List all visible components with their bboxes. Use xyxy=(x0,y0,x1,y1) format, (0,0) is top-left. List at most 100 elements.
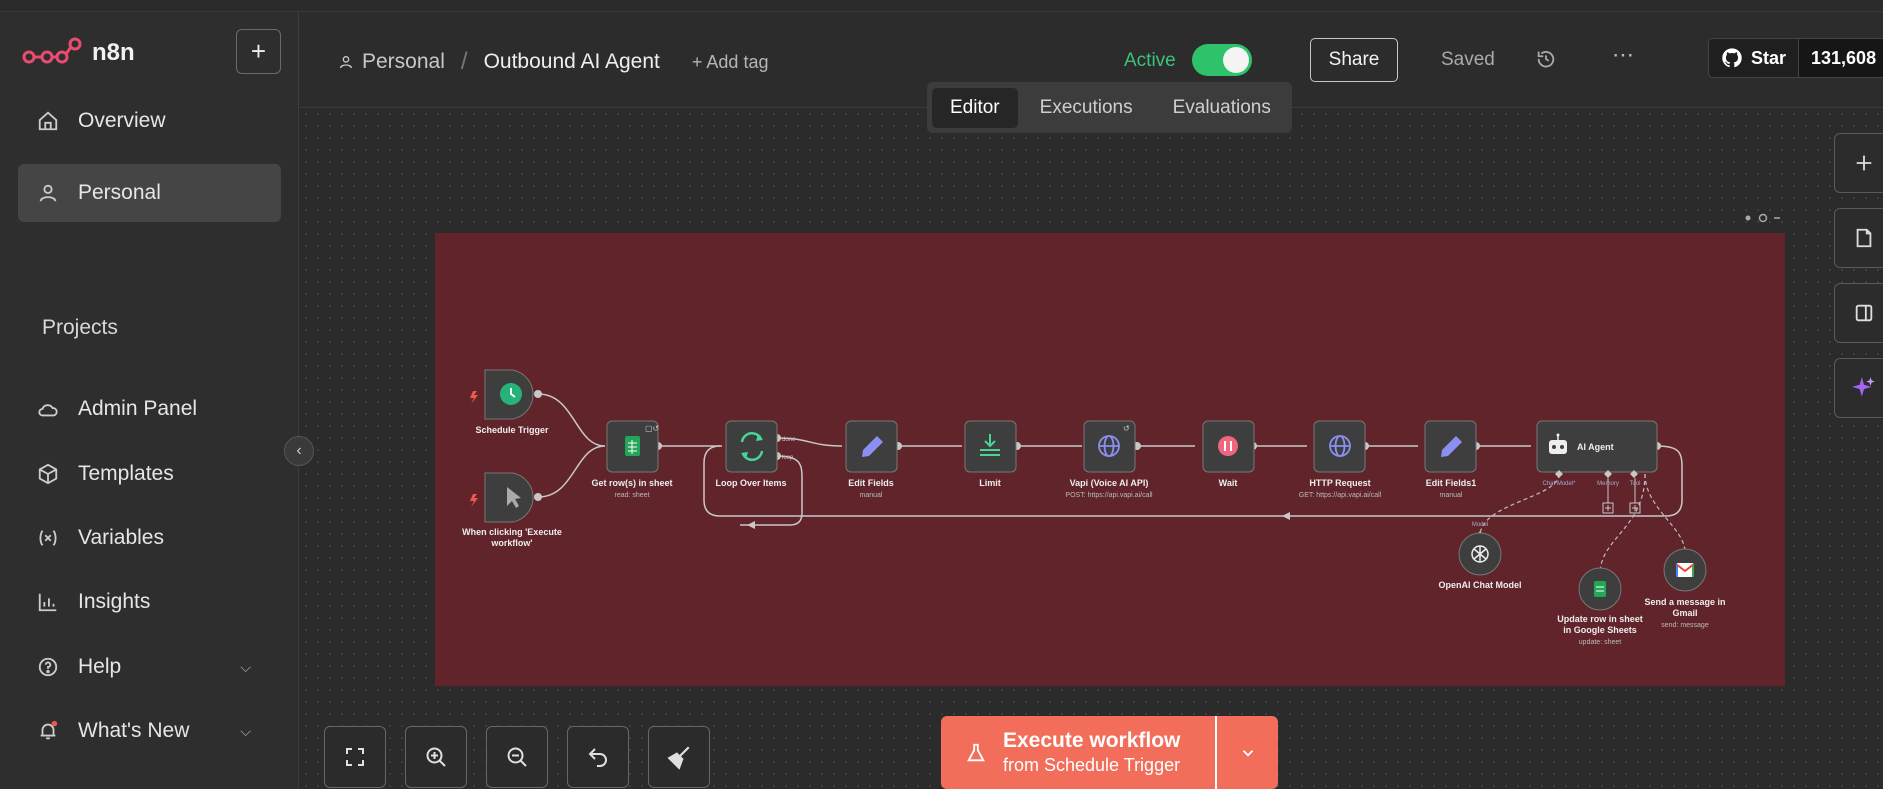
history-icon[interactable] xyxy=(1535,48,1557,75)
user-icon xyxy=(340,56,352,69)
zoom-out-icon xyxy=(507,747,527,767)
more-options-icon[interactable]: ⋯ xyxy=(1612,42,1634,68)
sidebar-item-label: Insights xyxy=(78,590,151,613)
box-icon xyxy=(36,462,60,486)
node-subtitle: read: sheet xyxy=(614,492,649,499)
execute-dropdown-button[interactable] xyxy=(1217,716,1278,789)
sidebar-item-label: What's New xyxy=(78,719,190,742)
sticky-toolbar[interactable] xyxy=(1745,213,1781,223)
github-star-count: 131,608 xyxy=(1799,39,1883,77)
active-label: Active xyxy=(1124,50,1176,71)
add-tag-link[interactable]: + Add tag xyxy=(692,52,769,73)
fit-view-icon xyxy=(346,748,364,766)
sidebar-item-overview[interactable]: Overview xyxy=(18,92,281,150)
toggle-knob xyxy=(1223,47,1249,73)
node-title: Edit Fields1 xyxy=(1426,478,1477,488)
node-title: HTTP Request xyxy=(1309,478,1370,488)
node-title: OpenAI Chat Model xyxy=(1439,580,1522,590)
breadcrumb-project[interactable]: Personal xyxy=(338,50,445,74)
execute-sublabel: from Schedule Trigger xyxy=(1003,754,1181,775)
node-badge-icons: ▢↺ xyxy=(645,424,660,433)
sticky-note-icon xyxy=(1856,228,1872,248)
node-title: Loop Over Items xyxy=(715,478,786,488)
undo-button[interactable] xyxy=(567,726,629,788)
node-subtitle: send: message xyxy=(1661,622,1709,629)
pause-icon xyxy=(1218,436,1238,456)
fit-view-button[interactable] xyxy=(324,726,386,788)
bell-icon xyxy=(36,719,60,743)
node-subtitle: manual xyxy=(860,492,883,499)
collapse-sidebar-button[interactable]: ‹ xyxy=(284,436,314,466)
sidebar-item-admin-panel[interactable]: Admin Panel xyxy=(18,380,281,438)
zoom-out-button[interactable] xyxy=(486,726,548,788)
sidebar-item-label: Help xyxy=(78,655,122,678)
node-title-line2: Gmail xyxy=(1672,608,1697,618)
node-title: Get row(s) in sheet xyxy=(591,478,672,488)
zoom-in-icon xyxy=(426,747,446,767)
chevron-down-icon: ⌵ xyxy=(240,658,251,675)
top-strip xyxy=(0,0,1883,12)
project-name: Personal xyxy=(362,50,445,73)
node-edit-fields[interactable]: Edit Fields manual xyxy=(845,420,898,499)
node-subtitle: POST: https://api.vapi.ai/call xyxy=(1065,492,1153,499)
bar-chart-icon xyxy=(36,590,60,614)
user-icon xyxy=(36,181,60,205)
workflow-title[interactable]: Outbound AI Agent xyxy=(484,50,660,74)
tab-evaluations[interactable]: Evaluations xyxy=(1155,88,1289,128)
variable-icon xyxy=(36,526,60,550)
zoom-in-button[interactable] xyxy=(405,726,467,788)
n8n-logo[interactable]: n8n xyxy=(22,36,135,70)
share-button[interactable]: Share xyxy=(1310,38,1398,82)
sidebar-item-label: Personal xyxy=(78,181,161,204)
github-star-label: Star xyxy=(1751,47,1787,68)
github-icon xyxy=(1722,48,1742,68)
tidy-up-button[interactable] xyxy=(648,726,710,788)
node-subtitle: manual xyxy=(1440,492,1463,499)
tab-editor[interactable]: Editor xyxy=(932,87,1018,128)
sidebar-item-insights[interactable]: Insights xyxy=(18,573,281,631)
add-node-button[interactable] xyxy=(1834,133,1883,193)
chevron-down-icon xyxy=(1242,749,1253,757)
google-sheets-icon xyxy=(1594,581,1606,597)
panel-icon xyxy=(1855,304,1873,322)
node-title-line2: workflow' xyxy=(490,538,532,548)
tab-executions[interactable]: Executions xyxy=(1022,88,1151,128)
sidebar-item-variables[interactable]: Variables xyxy=(18,509,281,567)
github-star-widget[interactable]: Star 131,608 xyxy=(1708,38,1883,78)
node-edit-fields1[interactable]: Edit Fields1 manual xyxy=(1424,420,1477,499)
create-button[interactable]: + xyxy=(236,29,281,74)
ai-assistant-button[interactable] xyxy=(1834,358,1883,418)
node-title: Send a message in xyxy=(1644,597,1725,607)
node-title: Schedule Trigger xyxy=(475,425,549,435)
github-star-button[interactable]: Star xyxy=(1709,39,1800,77)
sidebar-item-templates[interactable]: Templates xyxy=(18,445,281,503)
node-title-line2: in Google Sheets xyxy=(1563,625,1637,635)
sidebar-item-whats-new[interactable]: What's New ⌵ xyxy=(18,702,281,760)
add-sticky-button[interactable] xyxy=(1834,208,1883,268)
workflow-canvas[interactable]: Schedule Trigger When clicking 'Execute … xyxy=(300,108,1883,789)
sidebar-item-help[interactable]: Help ⌵ xyxy=(18,638,281,696)
node-title: Edit Fields xyxy=(848,478,894,488)
view-tabs: Editor Executions Evaluations xyxy=(927,82,1292,133)
cloud-icon xyxy=(36,397,60,421)
help-circle-icon xyxy=(36,655,60,679)
node-title: When clicking 'Execute xyxy=(462,527,562,537)
execute-workflow-main[interactable]: Execute workflow from Schedule Trigger xyxy=(941,716,1217,789)
breadcrumb-separator: / xyxy=(460,48,468,75)
node-subtitle: update: sheet xyxy=(1579,639,1621,646)
node-title: AI Agent xyxy=(1577,442,1614,452)
n8n-logo-icon xyxy=(22,37,82,64)
n8n-app: n8n + Overview Personal Projects Admin P… xyxy=(0,0,1883,789)
projects-heading: Projects xyxy=(42,316,118,339)
node-title: Vapi (Voice AI API) xyxy=(1070,478,1149,488)
execute-workflow-button[interactable]: Execute workflow from Schedule Trigger xyxy=(941,716,1278,789)
sparkle-icon xyxy=(1852,377,1875,397)
sidebar-item-personal[interactable]: Personal xyxy=(18,164,281,222)
sidebar-item-label: Overview xyxy=(78,109,166,132)
chevron-down-icon: ⌵ xyxy=(240,722,251,739)
broom-icon xyxy=(667,746,690,770)
workflow-graph: Schedule Trigger When clicking 'Execute … xyxy=(435,213,1785,686)
undo-icon xyxy=(588,748,607,767)
active-toggle[interactable] xyxy=(1192,44,1252,76)
toggle-panel-button[interactable] xyxy=(1834,283,1883,343)
